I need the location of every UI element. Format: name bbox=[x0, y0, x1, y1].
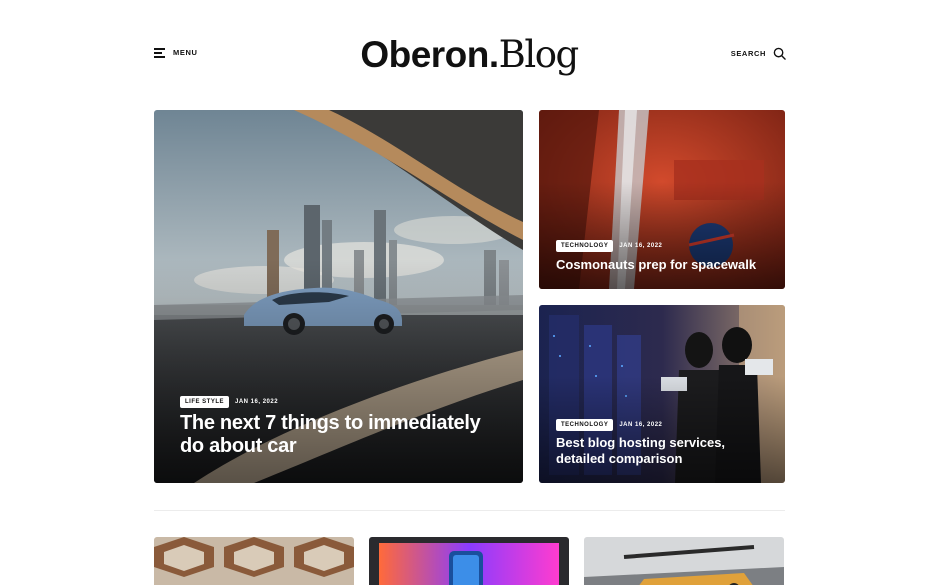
search-label: SEARCH bbox=[730, 49, 766, 58]
post-title[interactable]: The next 7 things to immediately do abou… bbox=[180, 412, 503, 458]
featured-post-card[interactable]: LIFE STYLE JAN 16, 2022 The next 7 thing… bbox=[154, 110, 523, 483]
search-icon bbox=[773, 47, 786, 60]
post-date: JAN 16, 2022 bbox=[235, 399, 279, 405]
post-meta: LIFE STYLE JAN 16, 2022 bbox=[180, 396, 278, 408]
post-meta: TECHNOLOGY JAN 16, 2022 bbox=[556, 240, 662, 252]
category-badge[interactable]: TECHNOLOGY bbox=[556, 419, 614, 431]
architecture-photo bbox=[154, 537, 354, 585]
post-thumbnail[interactable] bbox=[369, 537, 569, 585]
post-title[interactable]: Best blog hosting services, detailed com… bbox=[556, 435, 773, 467]
phone-photo bbox=[369, 537, 569, 585]
post-meta: TECHNOLOGY JAN 16, 2022 bbox=[556, 419, 662, 431]
search-button[interactable]: SEARCH bbox=[731, 47, 786, 60]
category-badge[interactable]: TECHNOLOGY bbox=[556, 240, 614, 252]
side-post-card[interactable]: TECHNOLOGY JAN 16, 2022 Cosmonauts prep … bbox=[539, 110, 785, 289]
site-logo[interactable]: Oberon.Blog bbox=[0, 33, 938, 77]
vehicle-photo bbox=[584, 537, 784, 585]
logo-bold-text: Oberon. bbox=[360, 34, 499, 75]
post-date: JAN 16, 2022 bbox=[619, 422, 663, 428]
post-thumbnail[interactable] bbox=[154, 537, 354, 585]
post-title[interactable]: Cosmonauts prep for spacewalk bbox=[556, 256, 773, 273]
post-date: JAN 16, 2022 bbox=[619, 243, 663, 249]
side-post-card[interactable]: TECHNOLOGY JAN 16, 2022 Best blog hostin… bbox=[539, 305, 785, 483]
category-badge[interactable]: LIFE STYLE bbox=[180, 396, 230, 408]
post-thumbnail[interactable] bbox=[584, 537, 784, 585]
logo-serif-text: Blog bbox=[498, 33, 579, 76]
section-divider bbox=[154, 510, 785, 511]
